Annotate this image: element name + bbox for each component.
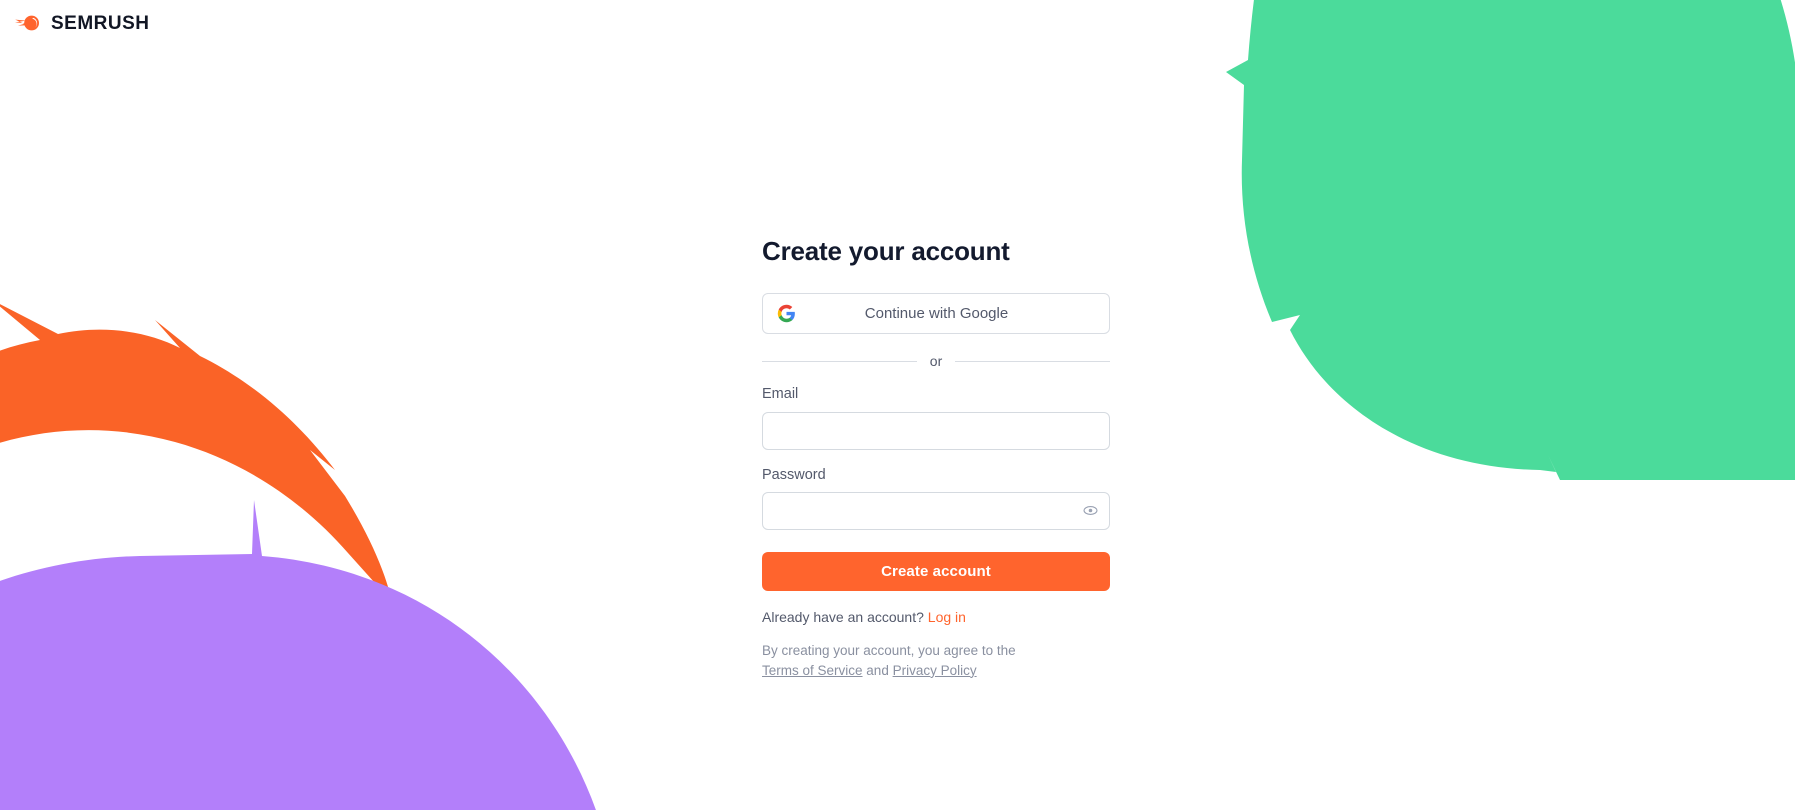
email-field-group: Email xyxy=(762,386,1110,450)
password-input-shell xyxy=(762,491,1110,530)
semrush-logo[interactable]: SEMRUSH xyxy=(14,13,150,33)
semrush-wordmark: SEMRUSH xyxy=(51,12,150,34)
green-blob-shape xyxy=(1226,0,1795,480)
continue-with-google-button[interactable]: Continue with Google xyxy=(762,293,1110,335)
divider-label: or xyxy=(929,353,943,370)
semrush-comet-icon xyxy=(15,15,39,31)
terms-conjunction: and xyxy=(866,662,889,678)
terms-prefix-text: By creating your account, you agree to t… xyxy=(762,643,1016,659)
existing-account-line: Already have an account? Log in xyxy=(762,608,1110,626)
privacy-policy-link[interactable]: Privacy Policy xyxy=(893,663,977,678)
divider-rule-right xyxy=(955,360,1111,362)
login-link[interactable]: Log in xyxy=(928,609,966,625)
orange-swoosh-shape xyxy=(0,304,392,602)
toggle-password-visibility-button[interactable] xyxy=(1079,500,1101,522)
divider-rule-left xyxy=(762,360,917,362)
eye-icon xyxy=(1082,506,1098,516)
password-input[interactable] xyxy=(762,491,1110,530)
signup-page: SEMRUSH Create your account Continue wit… xyxy=(0,0,1795,810)
email-input-shell xyxy=(762,411,1110,450)
existing-account-text: Already have an account? xyxy=(762,608,924,625)
terms-of-service-link[interactable]: Terms of Service xyxy=(762,663,863,678)
create-account-button[interactable]: Create account xyxy=(762,551,1110,591)
terms-notice: By creating your account, you agree to t… xyxy=(762,641,1047,680)
purple-blob-shape xyxy=(0,500,596,810)
password-field-group: Password xyxy=(762,467,1110,530)
page-title: Create your account xyxy=(762,236,1010,266)
password-label: Password xyxy=(762,466,826,483)
or-divider: or xyxy=(762,353,1111,370)
google-button-label: Continue with Google xyxy=(864,305,1009,323)
signup-form: Create your account Continue with Google… xyxy=(762,236,1111,680)
email-label: Email xyxy=(762,386,799,403)
email-input[interactable] xyxy=(762,411,1110,450)
